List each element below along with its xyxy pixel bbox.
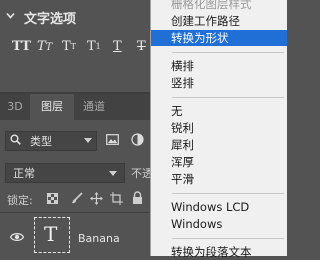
strikethrough-button[interactable]: T <box>137 38 146 56</box>
subscript-mark: 1 <box>95 42 101 51</box>
menu-item-aa-none[interactable]: 无 <box>151 103 287 119</box>
faux-italic-label: T <box>37 39 46 54</box>
menu-item-horizontal[interactable]: 横排 <box>151 58 287 74</box>
chevron-down-icon[interactable] <box>6 11 15 20</box>
lock-label: 锁定: <box>7 194 33 207</box>
subscript-button[interactable]: T1 <box>87 38 101 56</box>
lock-artboard-icon[interactable] <box>110 192 123 205</box>
text-layer-icon: T <box>44 222 58 246</box>
tab-3d[interactable]: 3D <box>0 94 30 120</box>
strikethrough-label: T <box>137 39 146 54</box>
subscript-label: T <box>87 39 96 54</box>
chevron-down-icon <box>84 138 92 143</box>
underline-label: T <box>113 39 122 54</box>
menu-item-aa-sharp[interactable]: 锐利 <box>151 120 287 136</box>
lock-transparent-pixels-icon[interactable] <box>47 193 58 204</box>
search-icon <box>10 134 21 145</box>
superscript-button[interactable]: TT <box>62 38 76 56</box>
superscript-mark: T <box>70 42 77 51</box>
faux-italic-suffix: T <box>45 42 53 53</box>
menu-separator <box>172 52 284 53</box>
menu-item-convert-to-paragraph-text[interactable]: 转换为段落文本 <box>151 244 287 260</box>
tab-channels[interactable]: 通道 <box>74 94 114 120</box>
chevron-down-icon <box>109 171 117 176</box>
menu-item-rasterize-layer-style: 栅格化图层样式 <box>171 0 252 11</box>
image-filter-icon[interactable] <box>106 134 119 145</box>
layer-name[interactable]: Banana <box>78 232 120 245</box>
menu-separator <box>172 193 284 194</box>
visibility-eye-icon[interactable] <box>10 232 24 242</box>
blend-mode-label: 正常 <box>13 167 35 180</box>
menu-item-aa-strong[interactable]: 浑厚 <box>151 154 287 170</box>
layer-filter-label: 类型 <box>30 135 52 148</box>
menu-separator <box>172 97 284 98</box>
faux-bold-label: TT <box>12 39 31 54</box>
tab-layers[interactable]: 图层 <box>30 94 74 120</box>
menu-item-windows[interactable]: Windows <box>151 216 287 232</box>
faux-bold-button[interactable]: TT <box>12 38 31 56</box>
menu-separator <box>172 238 284 239</box>
superscript-label: T <box>62 39 71 54</box>
menu-item-vertical[interactable]: 竖排 <box>151 75 287 91</box>
lock-position-icon[interactable] <box>90 192 103 205</box>
faux-italic-button[interactable]: TT <box>37 38 52 56</box>
underline-button[interactable]: T <box>113 38 122 56</box>
menu-item-aa-crisp[interactable]: 犀利 <box>151 137 287 153</box>
adjustment-filter-icon[interactable] <box>131 133 144 146</box>
lock-all-icon[interactable] <box>132 191 143 205</box>
lock-image-pixels-icon[interactable] <box>71 192 83 204</box>
menu-item-convert-to-shape[interactable]: 转换为形状 <box>151 30 287 46</box>
character-options-title: 文字选项 <box>24 12 77 27</box>
menu-item-aa-smooth[interactable]: 平滑 <box>151 171 287 187</box>
menu-item-create-work-path[interactable]: 创建工作路径 <box>151 13 287 29</box>
menu-item-windows-lcd[interactable]: Windows LCD <box>151 199 287 215</box>
